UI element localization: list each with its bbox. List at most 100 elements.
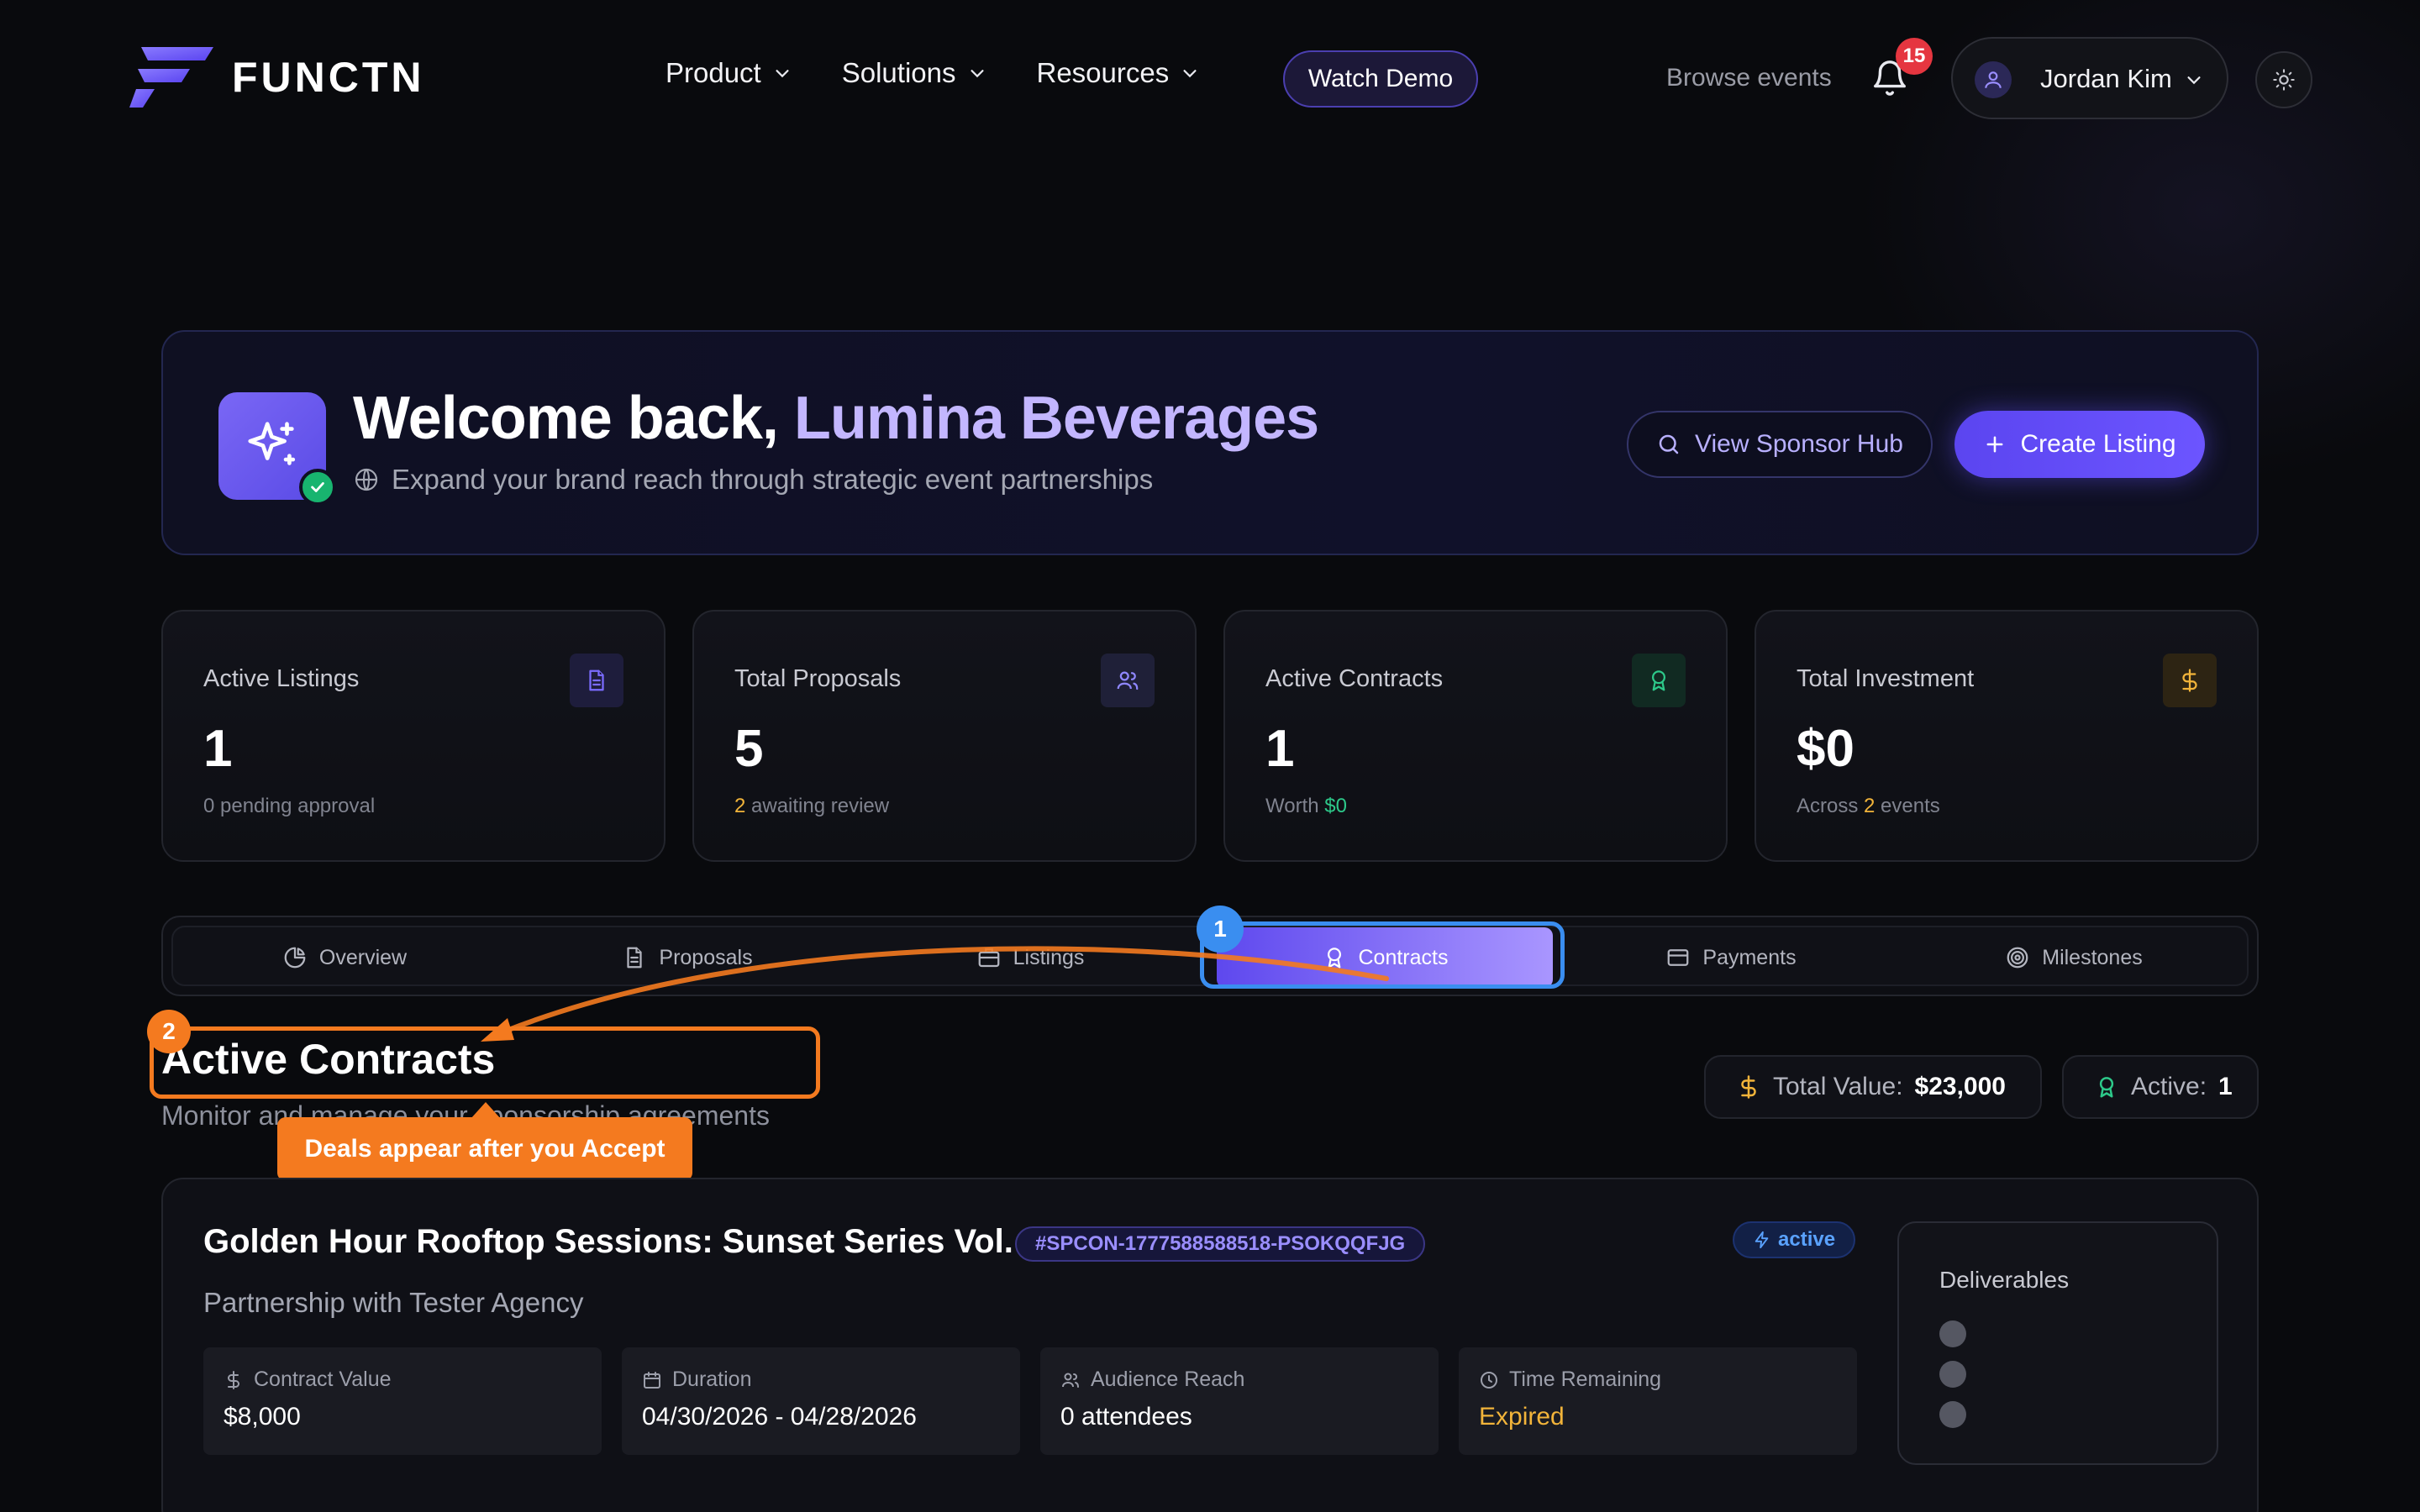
stat-subtext: Across 2 events	[1797, 795, 1940, 818]
stat-value: 1	[1265, 720, 1295, 778]
notification-count-badge: 15	[1896, 38, 1933, 75]
stat-subtext-text: awaiting review	[745, 795, 890, 817]
chevron-down-icon	[970, 70, 984, 78]
stat-label: Active Listings	[203, 665, 360, 692]
clock-icon	[1481, 1371, 1497, 1389]
nav-resources[interactable]: Resources	[1037, 57, 1200, 89]
watch-demo-button[interactable]: Watch Demo	[1283, 50, 1478, 108]
stat-label: Total Investment	[1797, 665, 1975, 692]
stat-highlight: $0	[1324, 795, 1347, 817]
award-icon	[2099, 1077, 2114, 1098]
chevron-down-icon	[776, 70, 789, 78]
tab-milestones[interactable]: Milestones	[1902, 927, 2245, 988]
deliverable-placeholder	[1939, 1320, 1966, 1347]
stat-subtext: 2 awaiting review	[734, 795, 889, 818]
nav-solutions-label: Solutions	[841, 57, 956, 88]
tab-listings[interactable]: Listings	[859, 927, 1202, 988]
deliverable-placeholder	[1939, 1401, 1966, 1428]
greeting-text: Welcome back,	[353, 385, 794, 452]
stat-card-total-investment: Total Investment $0 Across 2 events	[1754, 610, 2259, 862]
document-icon	[570, 654, 623, 707]
search-icon	[1659, 434, 1679, 454]
tutorial-step-2-marker: 2	[147, 1010, 191, 1053]
metric-value: $8,000	[224, 1403, 301, 1431]
metric-value: 04/30/2026 - 04/28/2026	[642, 1403, 917, 1431]
status-badge: active	[1733, 1221, 1856, 1258]
avatar	[1975, 61, 2012, 98]
contract-title: Golden Hour Rooftop Sessions: Sunset Ser…	[203, 1223, 1042, 1260]
metric-contract-value: Contract Value $8,000	[203, 1347, 602, 1455]
create-listing-label: Create Listing	[2020, 430, 2176, 458]
top-navigation: FUNCTN Product Solutions Resources Watch…	[0, 0, 2420, 160]
total-value-pill: Total Value: $23,000	[1704, 1055, 2042, 1119]
contract-id-badge: #SPCON-1777588588518-PSOKQQFJG	[1015, 1226, 1426, 1262]
tab-proposals[interactable]: Proposals	[516, 927, 859, 988]
stat-value: 5	[734, 720, 764, 778]
stat-label: Total Proposals	[734, 665, 902, 692]
tab-overview[interactable]: Overview	[173, 927, 516, 988]
total-value-amount: $23,000	[1914, 1073, 2006, 1100]
plus-icon	[1986, 436, 2003, 453]
welcome-subtitle: Expand your brand reach through strategi…	[353, 464, 1153, 496]
view-sponsor-hub-button[interactable]: View Sponsor Hub	[1627, 411, 1933, 478]
tutorial-focus-ring	[1200, 921, 1565, 989]
nav-product-label: Product	[666, 57, 761, 88]
chevron-down-icon	[2187, 76, 2201, 85]
deliverables-title: Deliverables	[1939, 1267, 2070, 1293]
award-icon	[1632, 654, 1686, 707]
check-icon	[311, 482, 324, 492]
tab-label: Listings	[1013, 945, 1085, 969]
calendar-icon	[644, 1371, 660, 1389]
stat-highlight: 2	[1864, 795, 1876, 817]
nav-product[interactable]: Product	[666, 57, 792, 89]
logo[interactable]: FUNCTN	[129, 47, 425, 108]
user-name: Jordan Kim	[2040, 64, 2172, 93]
user-menu[interactable]: Jordan Kim	[1951, 37, 2228, 119]
create-listing-button[interactable]: Create Listing	[1954, 411, 2205, 478]
credit-card-icon	[1668, 949, 1689, 966]
deliverable-placeholder	[1939, 1361, 1966, 1388]
tab-label: Milestones	[2042, 945, 2143, 969]
stat-subtext-text: Across	[1797, 795, 1865, 817]
stat-highlight: 2	[734, 795, 746, 817]
tab-payments[interactable]: Payments	[1560, 927, 1902, 988]
active-count-pill: Active: 1	[2062, 1055, 2259, 1119]
contract-partner: Partnership with Tester Agency	[203, 1287, 584, 1318]
metric-label: Contract Value	[254, 1368, 392, 1391]
welcome-subtitle-text: Expand your brand reach through strategi…	[392, 464, 1154, 495]
theme-toggle-button[interactable]	[2255, 51, 2312, 108]
active-count-label: Active:	[2131, 1073, 2207, 1100]
metric-value: 0 attendees	[1060, 1403, 1192, 1431]
metric-label: Duration	[672, 1368, 752, 1391]
deliverables-panel: Deliverables	[1897, 1221, 2218, 1465]
stat-value: $0	[1797, 720, 1854, 778]
nav-solutions[interactable]: Solutions	[842, 57, 986, 89]
lightning-icon	[1754, 1231, 1769, 1249]
users-icon	[1101, 654, 1155, 707]
contract-card[interactable]: Golden Hour Rooftop Sessions: Sunset Ser…	[161, 1178, 2259, 1512]
dollar-icon	[2163, 654, 2217, 707]
sun-icon	[2273, 69, 2295, 91]
active-count-value: 1	[2218, 1073, 2233, 1100]
stat-card-active-listings: Active Listings 1 0 pending approval	[161, 610, 666, 862]
metric-label: Audience Reach	[1091, 1368, 1245, 1391]
total-value-label: Total Value:	[1773, 1073, 1903, 1100]
briefcase-icon	[978, 948, 999, 968]
stat-value: 1	[203, 720, 233, 778]
metric-audience-reach: Audience Reach 0 attendees	[1040, 1347, 1439, 1455]
metric-time-remaining: Time Remaining Expired	[1459, 1347, 1857, 1455]
browse-events-link[interactable]: Browse events	[1666, 64, 1832, 92]
welcome-heading: Welcome back, Lumina Beverages	[353, 384, 1319, 453]
target-icon	[2007, 947, 2028, 969]
metric-label: Time Remaining	[1509, 1368, 1662, 1391]
verified-badge	[299, 469, 336, 506]
user-icon	[1985, 71, 2002, 88]
stat-card-total-proposals: Total Proposals 5 2 awaiting review	[692, 610, 1197, 862]
tutorial-step-1-marker: 1	[1197, 906, 1244, 953]
pie-chart-icon	[284, 947, 306, 969]
chevron-down-icon	[1183, 70, 1197, 78]
stat-subtext: 0 pending approval	[203, 795, 375, 818]
tooltip-pointer	[471, 1102, 501, 1119]
sparkles-icon	[248, 422, 296, 465]
stat-subtext: Worth $0	[1265, 795, 1347, 818]
